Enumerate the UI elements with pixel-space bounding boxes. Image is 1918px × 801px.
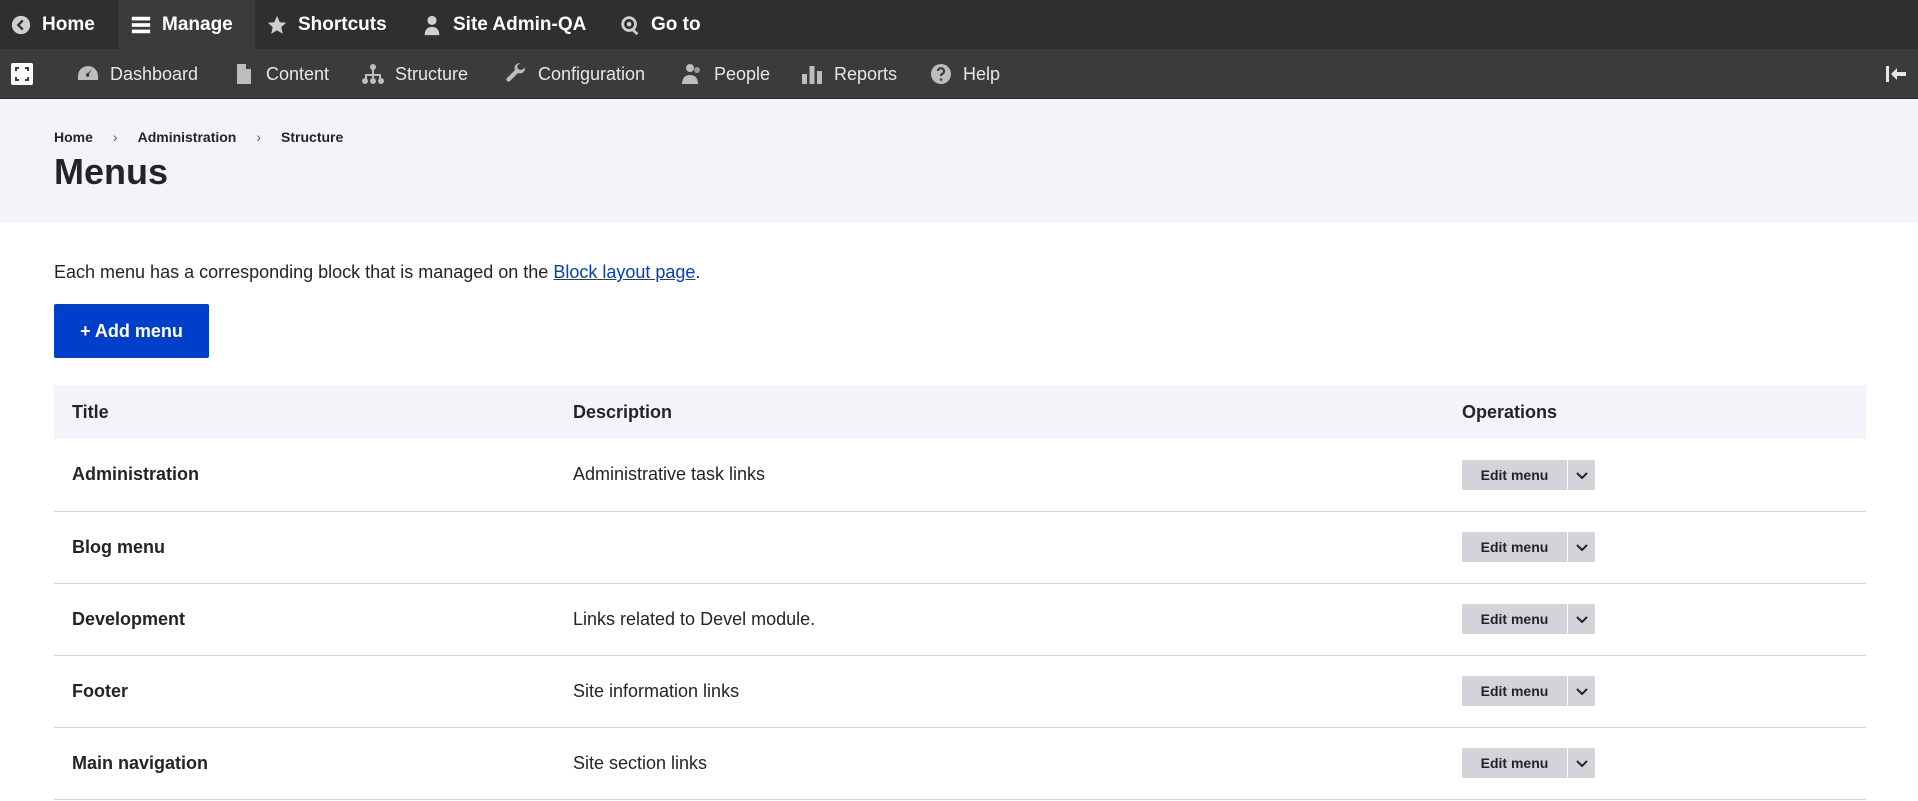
tray-item-label: People (714, 63, 771, 84)
toolbar-manage-label: Manage (162, 13, 233, 35)
table-row: Main navigation Site section links Edit … (54, 727, 1866, 799)
tray-item-help[interactable]: Help (929, 49, 1000, 99)
people-icon (682, 64, 700, 84)
breadcrumb-separator-icon: › (256, 129, 262, 145)
breadcrumb: Home › Administration › Structure (54, 129, 343, 145)
toolbar-shortcuts-tab[interactable]: Shortcuts (266, 0, 387, 49)
menu-description: Site information links (573, 680, 740, 701)
toolbar-user-tab[interactable]: Site Admin-QA (421, 0, 586, 49)
breadcrumb-separator-icon: › (112, 129, 118, 145)
operations-group: Edit menu (1462, 748, 1866, 778)
chevron-down-icon (1575, 544, 1588, 552)
toolbar-home-label: Home (42, 13, 95, 35)
breadcrumb-home[interactable]: Home (54, 129, 93, 145)
table-row: Blog menu Edit menu (54, 511, 1866, 583)
table-row: Development Links related to Devel modul… (54, 583, 1866, 655)
breadcrumb-structure[interactable]: Structure (281, 129, 343, 145)
chevron-down-icon (1575, 688, 1588, 696)
block-layout-link[interactable]: Block layout page (553, 262, 695, 282)
menu-title: Administration (72, 464, 200, 485)
menus-table: Title Description Operations Administrat… (54, 385, 1866, 800)
star-icon (267, 15, 287, 34)
tray-item-dashboard[interactable]: Dashboard (76, 49, 198, 99)
toolbar-home-link[interactable]: Home (10, 0, 95, 49)
operations-dropdown-button[interactable] (1567, 532, 1595, 562)
orientation-toggle-icon[interactable] (10, 62, 34, 86)
tray-item-content[interactable]: Content (232, 49, 329, 99)
menu-description: Links related to Devel module. (573, 608, 816, 629)
wrench-icon (506, 62, 526, 82)
collapse-tray-icon[interactable] (1884, 62, 1908, 86)
column-header-description: Description (573, 401, 673, 422)
toolbar-goto-tab[interactable]: Go to (619, 0, 701, 49)
menu-description (555, 511, 1444, 583)
table-row: Footer Site information links Edit menu (54, 655, 1866, 727)
menu-title: Main navigation (72, 752, 209, 773)
column-header-title: Title (72, 401, 109, 422)
edit-menu-button[interactable]: Edit menu (1462, 748, 1567, 778)
operations-group: Edit menu (1462, 459, 1866, 490)
toolbar-goto-label: Go to (651, 13, 701, 35)
goto-search-icon (621, 15, 639, 35)
table-header-row: Title Description Operations (54, 385, 1866, 439)
intro-text: Each menu has a corresponding block that… (54, 262, 700, 283)
page-header: Home › Administration › Structure Menus (0, 99, 1918, 223)
tray-item-configuration[interactable]: Configuration (504, 49, 645, 99)
reports-icon (802, 66, 822, 84)
chevron-down-icon (1575, 472, 1588, 480)
menu-title: Development (72, 608, 186, 629)
tray-item-label: Reports (834, 63, 898, 84)
chevron-down-icon (1575, 616, 1588, 624)
intro-text-lead: Each menu has a corresponding block that… (54, 262, 554, 282)
menu-title: Blog menu (72, 536, 165, 557)
intro-text-end: . (695, 262, 701, 282)
tray-item-label: Dashboard (110, 63, 199, 84)
edit-menu-button[interactable]: Edit menu (1462, 604, 1567, 634)
back-arrow-icon (11, 15, 31, 34)
operations-dropdown-button[interactable] (1567, 676, 1595, 706)
toolbar-shortcuts-label: Shortcuts (298, 13, 387, 35)
operations-dropdown-button[interactable] (1567, 748, 1595, 778)
content-icon (237, 64, 251, 84)
tray-item-label: Content (266, 63, 330, 84)
tray-item-label: Structure (395, 63, 469, 84)
add-menu-button[interactable]: + Add menu (54, 304, 209, 358)
admin-tray: Dashboard Content Structure Configuratio… (0, 49, 1918, 99)
tray-item-structure[interactable]: Structure (361, 49, 468, 99)
table-row: Administration Administrative task links… (54, 439, 1866, 511)
hamburger-icon (131, 16, 151, 33)
edit-menu-button[interactable]: Edit menu (1462, 459, 1567, 490)
user-icon (424, 15, 440, 35)
operations-group: Edit menu (1462, 604, 1866, 634)
tray-item-label: Help (963, 63, 1001, 84)
operations-group: Edit menu (1462, 676, 1866, 706)
column-header-operations: Operations (1462, 401, 1558, 422)
menu-description: Administrative task links (573, 464, 766, 485)
tray-item-label: Configuration (538, 63, 646, 84)
chevron-down-icon (1575, 760, 1588, 768)
edit-menu-button[interactable]: Edit menu (1462, 676, 1567, 706)
operations-dropdown-button[interactable] (1567, 459, 1595, 490)
admin-toolbar: Home Manage Shortcuts Site Admin-QA Go t… (0, 0, 1918, 49)
toolbar-user-label: Site Admin-QA (453, 13, 587, 35)
structure-icon (362, 64, 384, 84)
operations-group: Edit menu (1462, 532, 1866, 562)
toolbar-manage-tab[interactable]: Manage (118, 0, 255, 49)
dashboard-icon (78, 66, 98, 80)
operations-dropdown-button[interactable] (1567, 604, 1595, 634)
help-icon (931, 64, 951, 84)
edit-menu-button[interactable]: Edit menu (1462, 532, 1567, 562)
tray-item-reports[interactable]: Reports (800, 49, 897, 99)
menu-description: Site section links (573, 752, 708, 773)
page-title: Menus (54, 151, 169, 192)
tray-item-people[interactable]: People (680, 49, 770, 99)
breadcrumb-administration[interactable]: Administration (138, 129, 237, 145)
menu-title: Footer (72, 680, 128, 701)
